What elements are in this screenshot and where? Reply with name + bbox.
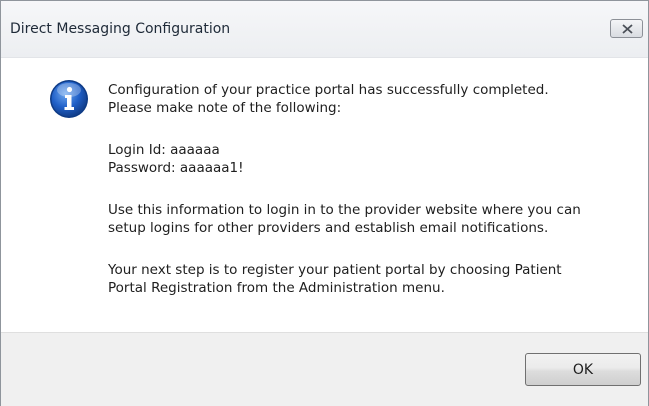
password-text: Password: aaaaaa1! xyxy=(108,160,244,176)
message-line: Your next step is to register your patie… xyxy=(108,262,562,278)
credentials-paragraph: Login Id: aaaaaa Password: aaaaaa1! xyxy=(108,141,628,177)
close-icon xyxy=(622,24,633,34)
message-paragraph: Your next step is to register your patie… xyxy=(108,261,628,297)
ok-button[interactable]: OK xyxy=(525,353,641,386)
message-line: Please make note of the following: xyxy=(108,100,342,116)
message-paragraph: Use this information to login in to the … xyxy=(108,201,628,237)
button-bar: OK xyxy=(1,332,648,406)
close-button[interactable] xyxy=(610,19,643,38)
message-paragraph: Configuration of your practice portal ha… xyxy=(108,81,628,117)
message-line: Portal Registration from the Administrat… xyxy=(108,280,445,296)
login-id-text: Login Id: aaaaaa xyxy=(108,142,220,158)
information-icon xyxy=(50,80,88,118)
title-bar[interactable]: Direct Messaging Configuration xyxy=(1,1,648,58)
dialog-title: Direct Messaging Configuration xyxy=(10,21,231,37)
message-line: setup logins for other providers and est… xyxy=(108,220,549,236)
message-area: Configuration of your practice portal ha… xyxy=(1,58,648,332)
message-line: Use this information to login in to the … xyxy=(108,202,581,218)
message-line: Configuration of your practice portal ha… xyxy=(108,82,549,98)
dialog-window: Direct Messaging Configuration Configura… xyxy=(0,0,649,406)
